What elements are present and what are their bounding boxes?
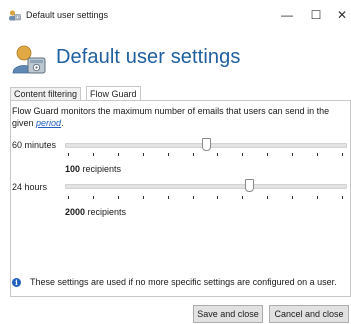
page-header: Default user settings [0, 30, 351, 82]
slider-tick [118, 153, 119, 156]
title-bar: Default user settings — ☐ ✕ [0, 0, 351, 30]
info-text: These settings are used if no more speci… [30, 277, 337, 287]
slider-tick [217, 153, 218, 156]
recipients-value: 2000 recipients [65, 207, 126, 217]
slider-tick [143, 196, 144, 199]
page-title: Default user settings [56, 46, 241, 68]
recipients-value: 100 recipients [65, 164, 121, 174]
slider-tick [68, 196, 69, 199]
slider-tick [93, 196, 94, 199]
slider-tick [292, 153, 293, 156]
slider-tick [242, 196, 243, 199]
recipients-unit: recipients [85, 207, 127, 217]
minimize-button[interactable]: — [272, 0, 302, 30]
slider-ticks [65, 196, 345, 199]
recipients-slider-thumb[interactable] [245, 179, 255, 192]
period-link[interactable]: period [36, 118, 61, 128]
slider-tick [317, 196, 318, 199]
cancel-and-close-button[interactable]: Cancel and close [269, 305, 349, 323]
recipients-slider-track[interactable] [65, 184, 347, 189]
slider-tick [317, 153, 318, 156]
info-icon: i [12, 278, 21, 287]
slider-tick [292, 196, 293, 199]
recipients-slider-thumb[interactable] [201, 138, 211, 151]
slider-period-label: 24 hours [12, 182, 48, 192]
slider-tick [118, 196, 119, 199]
slider-tick [143, 153, 144, 156]
tab-flow-guard[interactable]: Flow Guard [86, 86, 141, 101]
slider-ticks [65, 153, 345, 156]
slider-tick [193, 153, 194, 156]
slider-tick [193, 196, 194, 199]
slider-tick [93, 153, 94, 156]
slider-tick [267, 153, 268, 156]
flow-guard-description: Flow Guard monitors the maximum number o… [12, 106, 342, 129]
slider-tick [267, 196, 268, 199]
recipients-number: 100 [65, 164, 81, 174]
slider-tick [217, 196, 218, 199]
slider-tick [342, 196, 343, 199]
window-title: Default user settings [26, 10, 109, 20]
save-and-close-button[interactable]: Save and close [193, 305, 263, 323]
tab-content-filtering[interactable]: Content filtering [10, 87, 82, 101]
recipients-unit: recipients [80, 164, 122, 174]
recipients-number: 2000 [65, 207, 86, 217]
slider-tick [168, 153, 169, 156]
close-button[interactable]: ✕ [327, 0, 351, 30]
slider-tick [242, 153, 243, 156]
slider-tick [68, 153, 69, 156]
slider-tick [168, 196, 169, 199]
user-settings-icon [12, 45, 46, 74]
description-suffix: . [61, 117, 64, 128]
user-settings-icon [9, 10, 21, 21]
slider-period-label: 60 minutes [12, 140, 57, 150]
slider-tick [342, 153, 343, 156]
